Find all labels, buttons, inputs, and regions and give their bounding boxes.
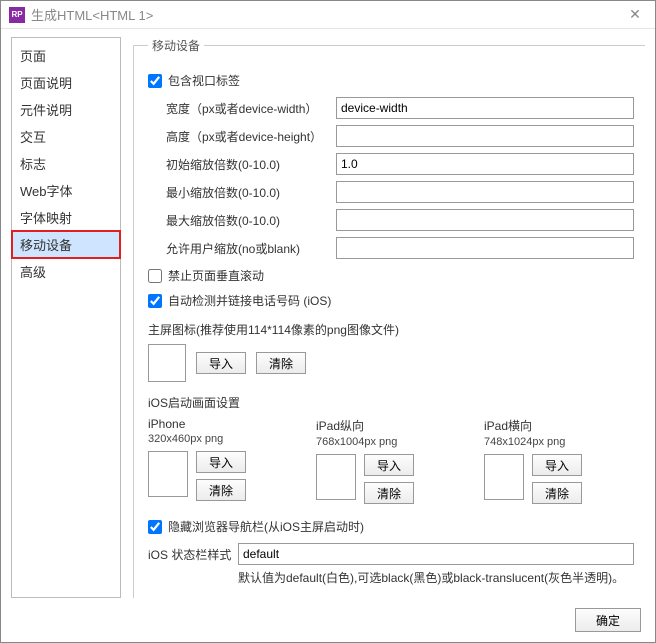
home-icon-thumbnail	[148, 344, 186, 382]
close-icon[interactable]: ✕	[623, 3, 647, 27]
splash-heading: iOS启动画面设置	[148, 394, 634, 411]
hide-nav-row: 隐藏浏览器导航栏(从iOS主屏启动时)	[148, 518, 634, 535]
splash-grid: iPhone 320x460px png 导入 清除 iPad纵向 768x	[148, 417, 634, 504]
window-title: 生成HTML<HTML 1>	[31, 5, 623, 24]
disable-vscroll-label: 禁止页面垂直滚动	[168, 267, 264, 284]
min-scale-input[interactable]	[336, 181, 634, 203]
user-scalable-label: 允许用户缩放(no或blank)	[166, 240, 336, 257]
include-viewport-row: 包含视口标签	[148, 72, 634, 89]
dialog-body: 页面 页面说明 元件说明 交互 标志 Web字体 字体映射 移动设备 高级 移动…	[1, 29, 655, 598]
titlebar: RP 生成HTML<HTML 1> ✕	[1, 1, 655, 29]
status-bar-label: iOS 状态栏样式	[148, 543, 238, 563]
user-scalable-input[interactable]	[336, 237, 634, 259]
home-icon-clear-button[interactable]: 清除	[256, 352, 306, 374]
splash-ipad-landscape-size: 748x1024px png	[484, 436, 634, 448]
auto-detect-phone-row: 自动检测并链接电话号码 (iOS)	[148, 292, 634, 309]
splash-cell-ipad-portrait: iPad纵向 768x1004px png 导入 清除	[316, 417, 466, 504]
splash-ipad-landscape-title: iPad横向	[484, 417, 634, 434]
main-panel: 移动设备 包含视口标签 宽度（px或者device-width） 高度（px或者…	[133, 37, 645, 598]
ok-button[interactable]: 确定	[575, 608, 641, 632]
height-label: 高度（px或者device-height）	[166, 128, 336, 145]
splash-ipad-portrait-clear-button[interactable]: 清除	[364, 482, 414, 504]
status-bar-note: 默认值为default(白色),可选black(黑色)或black-transl…	[238, 569, 634, 586]
app-icon: RP	[9, 7, 25, 23]
width-label: 宽度（px或者device-width）	[166, 100, 336, 117]
mobile-group: 移动设备 包含视口标签 宽度（px或者device-width） 高度（px或者…	[133, 37, 645, 598]
splash-ipad-landscape-clear-button[interactable]: 清除	[532, 482, 582, 504]
sidebar-item-page[interactable]: 页面	[12, 42, 120, 69]
splash-iphone-title: iPhone	[148, 417, 298, 431]
splash-iphone-clear-button[interactable]: 清除	[196, 479, 246, 501]
splash-ipad-portrait-size: 768x1004px png	[316, 436, 466, 448]
splash-cell-iphone: iPhone 320x460px png 导入 清除	[148, 417, 298, 504]
auto-detect-phone-label: 自动检测并链接电话号码 (iOS)	[168, 292, 331, 309]
sidebar: 页面 页面说明 元件说明 交互 标志 Web字体 字体映射 移动设备 高级	[11, 37, 121, 598]
dialog-window: RP 生成HTML<HTML 1> ✕ 页面 页面说明 元件说明 交互 标志 W…	[0, 0, 656, 643]
home-icon-row: 导入 清除	[148, 344, 634, 382]
dialog-footer: 确定	[1, 598, 655, 642]
hide-nav-label: 隐藏浏览器导航栏(从iOS主屏启动时)	[168, 518, 364, 535]
min-scale-label: 最小缩放倍数(0-10.0)	[166, 184, 336, 201]
disable-vscroll-checkbox[interactable]	[148, 269, 162, 283]
splash-cell-ipad-landscape: iPad横向 748x1024px png 导入 清除	[484, 417, 634, 504]
auto-detect-phone-checkbox[interactable]	[148, 294, 162, 308]
splash-ipad-portrait-import-button[interactable]: 导入	[364, 454, 414, 476]
sidebar-item-page-desc[interactable]: 页面说明	[12, 69, 120, 96]
width-input[interactable]	[336, 97, 634, 119]
splash-ipad-landscape-thumbnail	[484, 454, 524, 500]
splash-ipad-portrait-title: iPad纵向	[316, 417, 466, 434]
sidebar-item-font-mapping[interactable]: 字体映射	[12, 204, 120, 231]
status-bar-row: iOS 状态栏样式 默认值为default(白色),可选black(黑色)或bl…	[148, 543, 634, 586]
sidebar-item-web-fonts[interactable]: Web字体	[12, 177, 120, 204]
max-scale-input[interactable]	[336, 209, 634, 231]
height-input[interactable]	[336, 125, 634, 147]
sidebar-item-interactions[interactable]: 交互	[12, 123, 120, 150]
splash-ipad-landscape-import-button[interactable]: 导入	[532, 454, 582, 476]
max-scale-label: 最大缩放倍数(0-10.0)	[166, 212, 336, 229]
splash-iphone-size: 320x460px png	[148, 433, 298, 445]
home-icon-import-button[interactable]: 导入	[196, 352, 246, 374]
include-viewport-checkbox[interactable]	[148, 74, 162, 88]
splash-iphone-thumbnail	[148, 451, 188, 497]
splash-iphone-import-button[interactable]: 导入	[196, 451, 246, 473]
status-bar-input[interactable]	[238, 543, 634, 565]
hide-nav-checkbox[interactable]	[148, 520, 162, 534]
initial-scale-input[interactable]	[336, 153, 634, 175]
sidebar-item-mobile[interactable]: 移动设备	[12, 231, 120, 258]
disable-vscroll-row: 禁止页面垂直滚动	[148, 267, 634, 284]
sidebar-item-flags[interactable]: 标志	[12, 150, 120, 177]
initial-scale-label: 初始缩放倍数(0-10.0)	[166, 156, 336, 173]
sidebar-item-widget-desc[interactable]: 元件说明	[12, 96, 120, 123]
splash-ipad-portrait-thumbnail	[316, 454, 356, 500]
sidebar-item-advanced[interactable]: 高级	[12, 258, 120, 285]
include-viewport-label: 包含视口标签	[168, 72, 240, 89]
mobile-group-label: 移动设备	[148, 37, 204, 54]
home-icon-heading: 主屏图标(推荐使用114*114像素的png图像文件)	[148, 321, 634, 338]
